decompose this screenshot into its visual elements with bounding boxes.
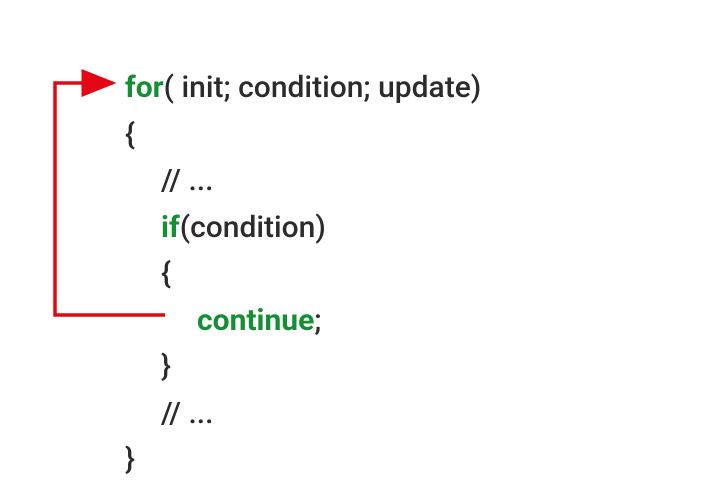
open-brace-2: { (125, 251, 481, 298)
code-diagram: for( init; condition; update) { // ... i… (125, 65, 481, 484)
continue-line: continue; (125, 298, 481, 345)
for-keyword: for (125, 70, 164, 105)
close-brace-1: } (125, 437, 481, 484)
semicolon: ; (314, 303, 321, 338)
continue-keyword: continue (197, 303, 314, 338)
open-brace-1: { (125, 112, 481, 159)
if-line: if(condition) (125, 205, 481, 252)
comment-2: // ... (125, 391, 481, 438)
comment-1: // ... (125, 158, 481, 205)
for-params: ( init; condition; update) (164, 70, 482, 105)
if-params: (condition) (180, 210, 326, 245)
for-line: for( init; condition; update) (125, 65, 481, 112)
close-brace-2: } (125, 344, 481, 391)
if-keyword: if (161, 210, 180, 245)
